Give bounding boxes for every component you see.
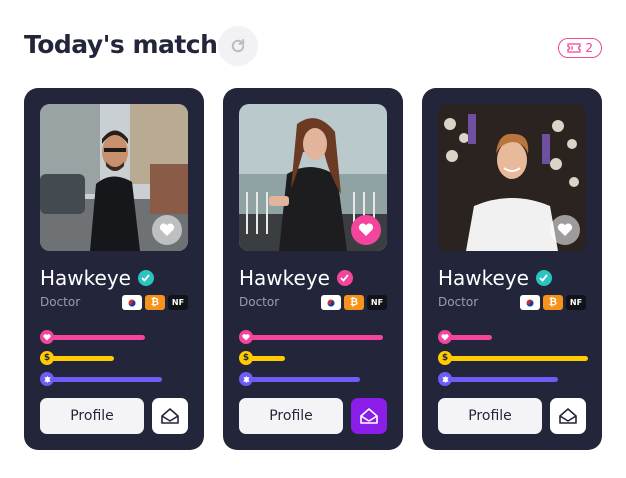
verified-badge-icon bbox=[535, 270, 552, 286]
profile-name-row: Hawkeye bbox=[40, 266, 154, 290]
star-icon bbox=[40, 372, 54, 386]
header: Today's match 2 bbox=[24, 26, 602, 66]
refresh-icon bbox=[231, 39, 245, 53]
dollar-icon: $ bbox=[40, 351, 54, 365]
heart-icon bbox=[557, 223, 573, 236]
values-bar-fill bbox=[250, 376, 360, 382]
bitcoin-icon: ₿ bbox=[344, 295, 364, 310]
envelope-icon bbox=[360, 408, 378, 424]
star-icon bbox=[438, 372, 452, 386]
trait-chips: ₿ NF bbox=[122, 295, 188, 310]
profile-photo[interactable] bbox=[239, 104, 387, 251]
verified-badge-icon bbox=[137, 270, 154, 286]
korea-flag-icon bbox=[520, 295, 540, 310]
love-bar bbox=[438, 329, 492, 345]
profile-job: Doctor bbox=[438, 295, 479, 309]
love-bar bbox=[239, 329, 383, 345]
star-icon bbox=[239, 372, 253, 386]
values-bar-fill bbox=[449, 376, 558, 382]
profile-name: Hawkeye bbox=[239, 266, 330, 290]
profile-job: Doctor bbox=[239, 295, 280, 309]
love-bar-fill bbox=[51, 334, 145, 340]
heart-icon bbox=[358, 223, 374, 236]
nf-badge: NF bbox=[168, 295, 188, 310]
like-button[interactable] bbox=[152, 215, 182, 245]
heart-icon bbox=[438, 330, 452, 344]
ticket-badge[interactable]: 2 bbox=[558, 38, 602, 58]
korea-flag-icon bbox=[321, 295, 341, 310]
message-button[interactable] bbox=[351, 398, 387, 434]
dollar-icon: $ bbox=[438, 351, 452, 365]
money-bar-fill bbox=[449, 355, 588, 361]
love-bar-fill bbox=[250, 334, 383, 340]
nf-badge: NF bbox=[367, 295, 387, 310]
values-bar bbox=[239, 371, 360, 387]
profile-name-row: Hawkeye bbox=[438, 266, 552, 290]
dollar-icon: $ bbox=[239, 351, 253, 365]
page-title: Today's match bbox=[24, 30, 218, 59]
heart-icon bbox=[40, 330, 54, 344]
money-bar: $ bbox=[438, 350, 588, 366]
match-card: Hawkeye Doctor ₿ NF $ Profile bbox=[223, 88, 403, 450]
match-card: Hawkeye Doctor ₿ NF $ Profile bbox=[24, 88, 204, 450]
trait-chips: ₿ NF bbox=[321, 295, 387, 310]
profile-name-row: Hawkeye bbox=[239, 266, 353, 290]
money-bar: $ bbox=[40, 350, 114, 366]
ticket-count: 2 bbox=[585, 41, 593, 55]
profile-name: Hawkeye bbox=[438, 266, 529, 290]
values-bar bbox=[40, 371, 162, 387]
like-button[interactable] bbox=[550, 215, 580, 245]
refresh-button[interactable] bbox=[218, 26, 258, 66]
bitcoin-icon: ₿ bbox=[145, 295, 165, 310]
trait-chips: ₿ NF bbox=[520, 295, 586, 310]
ticket-icon bbox=[567, 43, 582, 53]
profile-button[interactable]: Profile bbox=[438, 398, 542, 434]
profile-photo[interactable] bbox=[438, 104, 586, 251]
values-bar bbox=[438, 371, 558, 387]
values-bar-fill bbox=[51, 376, 162, 382]
envelope-icon bbox=[559, 408, 577, 424]
message-button[interactable] bbox=[550, 398, 586, 434]
money-bar-fill bbox=[51, 355, 114, 361]
profile-photo[interactable] bbox=[40, 104, 188, 251]
profile-button[interactable]: Profile bbox=[239, 398, 343, 434]
verified-badge-icon bbox=[336, 270, 353, 286]
love-bar bbox=[40, 329, 145, 345]
nf-badge: NF bbox=[566, 295, 586, 310]
bitcoin-icon: ₿ bbox=[543, 295, 563, 310]
match-card: Hawkeye Doctor ₿ NF $ Profile bbox=[422, 88, 602, 450]
like-button[interactable] bbox=[351, 215, 381, 245]
profile-job: Doctor bbox=[40, 295, 81, 309]
message-button[interactable] bbox=[152, 398, 188, 434]
envelope-icon bbox=[161, 408, 179, 424]
profile-name: Hawkeye bbox=[40, 266, 131, 290]
money-bar: $ bbox=[239, 350, 285, 366]
profile-button[interactable]: Profile bbox=[40, 398, 144, 434]
love-bar-fill bbox=[449, 334, 492, 340]
money-bar-fill bbox=[250, 355, 285, 361]
heart-icon bbox=[239, 330, 253, 344]
heart-icon bbox=[159, 223, 175, 236]
korea-flag-icon bbox=[122, 295, 142, 310]
